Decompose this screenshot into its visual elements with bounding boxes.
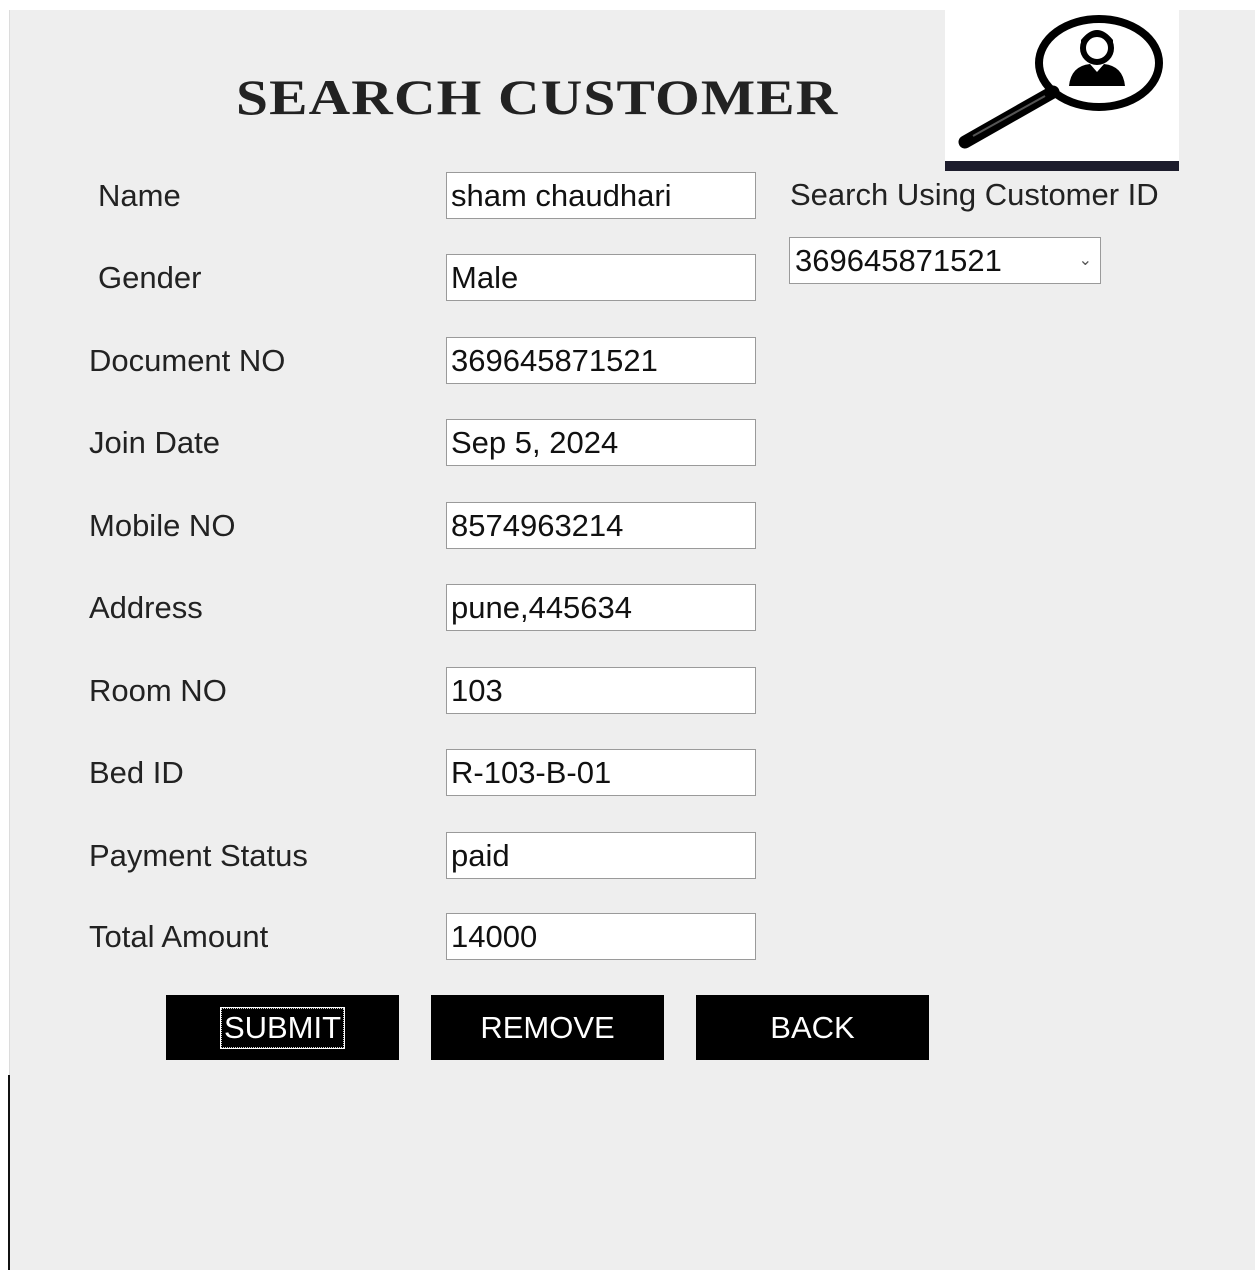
customer-id-select[interactable]: 369645871521 ⌄ — [789, 237, 1101, 284]
label-room-no: Room NO — [89, 673, 227, 708]
logo-caption-strip — [945, 161, 1179, 171]
submit-button[interactable]: SUBMIT — [166, 995, 399, 1060]
page-title: SEARCH CUSTOMER — [236, 69, 839, 125]
name-field[interactable]: sham chaudhari — [446, 172, 756, 219]
submit-button-label: SUBMIT — [219, 1007, 346, 1049]
label-document-no: Document NO — [89, 343, 286, 378]
mobile-no-field[interactable]: 8574963214 — [446, 502, 756, 549]
label-total-amount: Total Amount — [89, 919, 269, 954]
label-gender: Gender — [98, 260, 202, 295]
total-amount-field[interactable]: 14000 — [446, 913, 756, 960]
magnifier-person-icon — [945, 10, 1179, 171]
label-payment-status: Payment Status — [89, 838, 308, 873]
label-bed-id: Bed ID — [89, 755, 184, 790]
join-date-field[interactable]: Sep 5, 2024 — [446, 419, 756, 466]
remove-button[interactable]: REMOVE — [431, 995, 664, 1060]
label-join-date: Join Date — [89, 425, 220, 460]
back-button[interactable]: BACK — [696, 995, 929, 1060]
room-no-field[interactable]: 103 — [446, 667, 756, 714]
chevron-down-icon[interactable]: ⌄ — [1079, 238, 1092, 283]
payment-status-field[interactable]: paid — [446, 832, 756, 879]
document-no-field[interactable]: 369645871521 — [446, 337, 756, 384]
address-field[interactable]: pune,445634 — [446, 584, 756, 631]
search-customer-id-label: Search Using Customer ID — [790, 177, 1159, 212]
gender-field[interactable]: Male — [446, 254, 756, 301]
bed-id-field[interactable]: R-103-B-01 — [446, 749, 756, 796]
label-name: Name — [98, 178, 181, 213]
label-address: Address — [89, 590, 203, 625]
window-edge-mark — [8, 1075, 10, 1270]
customer-id-selected-value: 369645871521 — [795, 243, 1002, 278]
label-mobile-no: Mobile NO — [89, 508, 236, 543]
